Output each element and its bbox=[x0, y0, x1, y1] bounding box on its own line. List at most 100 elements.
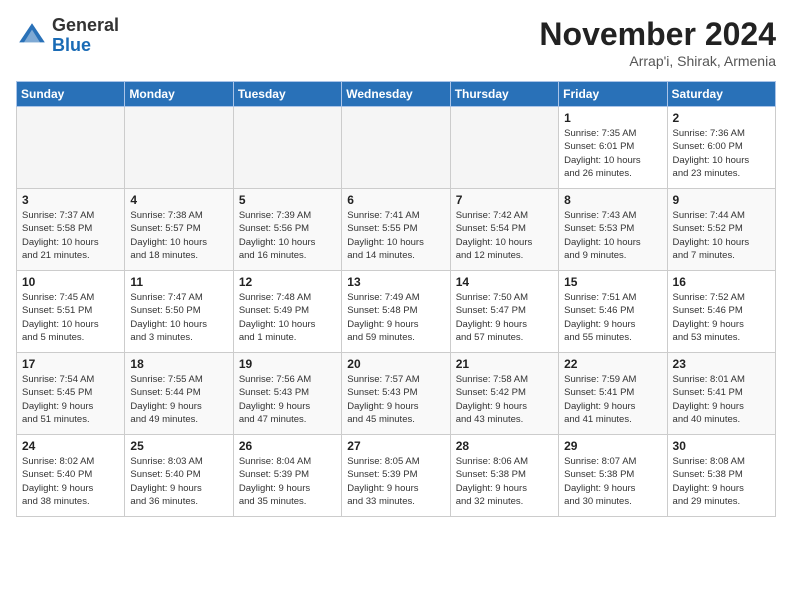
calendar-cell: 18 Sunrise: 7:55 AM Sunset: 5:44 PM Dayli… bbox=[125, 353, 233, 435]
calendar-cell: 20 Sunrise: 7:57 AM Sunset: 5:43 PM Dayli… bbox=[342, 353, 450, 435]
calendar-cell: 24 Sunrise: 8:02 AM Sunset: 5:40 PM Dayli… bbox=[17, 435, 125, 517]
calendar-cell: 29 Sunrise: 8:07 AM Sunset: 5:38 PM Dayli… bbox=[559, 435, 667, 517]
calendar-week-row: 3 Sunrise: 7:37 AM Sunset: 5:58 PM Daylig… bbox=[17, 189, 776, 271]
day-number: 23 bbox=[673, 357, 770, 371]
day-number: 3 bbox=[22, 193, 119, 207]
day-info: Sunrise: 7:39 AM Sunset: 5:56 PM Dayligh… bbox=[239, 209, 336, 262]
calendar-cell bbox=[342, 107, 450, 189]
calendar-cell bbox=[125, 107, 233, 189]
day-info: Sunrise: 8:01 AM Sunset: 5:41 PM Dayligh… bbox=[673, 373, 770, 426]
calendar-cell bbox=[450, 107, 558, 189]
calendar-cell: 21 Sunrise: 7:58 AM Sunset: 5:42 PM Dayli… bbox=[450, 353, 558, 435]
calendar-cell: 11 Sunrise: 7:47 AM Sunset: 5:50 PM Dayli… bbox=[125, 271, 233, 353]
calendar-cell: 28 Sunrise: 8:06 AM Sunset: 5:38 PM Dayli… bbox=[450, 435, 558, 517]
day-number: 18 bbox=[130, 357, 227, 371]
calendar-cell: 27Sunrise: 8:05 AM Sunset: 5:39 PM Dayli… bbox=[342, 435, 450, 517]
day-info: Sunrise: 7:52 AM Sunset: 5:46 PM Dayligh… bbox=[673, 291, 770, 344]
weekday-header: Thursday bbox=[450, 82, 558, 107]
day-number: 9 bbox=[673, 193, 770, 207]
calendar-cell: 5 Sunrise: 7:39 AM Sunset: 5:56 PM Daylig… bbox=[233, 189, 341, 271]
calendar-cell: 3 Sunrise: 7:37 AM Sunset: 5:58 PM Daylig… bbox=[17, 189, 125, 271]
day-number: 5 bbox=[239, 193, 336, 207]
day-info: Sunrise: 8:07 AM Sunset: 5:38 PM Dayligh… bbox=[564, 455, 661, 508]
day-number: 12 bbox=[239, 275, 336, 289]
day-info: Sunrise: 7:50 AM Sunset: 5:47 PM Dayligh… bbox=[456, 291, 553, 344]
calendar-cell: 7Sunrise: 7:42 AM Sunset: 5:54 PM Daylig… bbox=[450, 189, 558, 271]
title-block: November 2024 Arrap'i, Shirak, Armenia bbox=[539, 16, 776, 69]
day-number: 21 bbox=[456, 357, 553, 371]
logo-general: General bbox=[52, 15, 119, 35]
day-info: Sunrise: 7:37 AM Sunset: 5:58 PM Dayligh… bbox=[22, 209, 119, 262]
day-number: 15 bbox=[564, 275, 661, 289]
day-number: 26 bbox=[239, 439, 336, 453]
day-info: Sunrise: 7:55 AM Sunset: 5:44 PM Dayligh… bbox=[130, 373, 227, 426]
day-number: 11 bbox=[130, 275, 227, 289]
calendar-cell: 14 Sunrise: 7:50 AM Sunset: 5:47 PM Dayli… bbox=[450, 271, 558, 353]
day-number: 24 bbox=[22, 439, 119, 453]
day-info: Sunrise: 8:02 AM Sunset: 5:40 PM Dayligh… bbox=[22, 455, 119, 508]
calendar-cell: 6 Sunrise: 7:41 AM Sunset: 5:55 PM Daylig… bbox=[342, 189, 450, 271]
calendar-cell: 19 Sunrise: 7:56 AM Sunset: 5:43 PM Dayli… bbox=[233, 353, 341, 435]
day-number: 20 bbox=[347, 357, 444, 371]
day-info: Sunrise: 7:41 AM Sunset: 5:55 PM Dayligh… bbox=[347, 209, 444, 262]
day-number: 14 bbox=[456, 275, 553, 289]
weekday-header: Wednesday bbox=[342, 82, 450, 107]
day-number: 1 bbox=[564, 111, 661, 125]
page-header: General Blue November 2024 Arrap'i, Shir… bbox=[16, 16, 776, 69]
weekday-header: Sunday bbox=[17, 82, 125, 107]
calendar-cell: 22 Sunrise: 7:59 AM Sunset: 5:41 PM Dayli… bbox=[559, 353, 667, 435]
weekday-header: Friday bbox=[559, 82, 667, 107]
day-number: 4 bbox=[130, 193, 227, 207]
day-info: Sunrise: 7:42 AM Sunset: 5:54 PM Dayligh… bbox=[456, 209, 553, 262]
calendar-cell: 25Sunrise: 8:03 AM Sunset: 5:40 PM Dayli… bbox=[125, 435, 233, 517]
calendar-cell bbox=[17, 107, 125, 189]
logo-icon bbox=[16, 20, 48, 52]
logo-blue: Blue bbox=[52, 35, 91, 55]
day-number: 28 bbox=[456, 439, 553, 453]
day-number: 19 bbox=[239, 357, 336, 371]
calendar-week-row: 17 Sunrise: 7:54 AM Sunset: 5:45 PM Dayli… bbox=[17, 353, 776, 435]
day-info: Sunrise: 7:56 AM Sunset: 5:43 PM Dayligh… bbox=[239, 373, 336, 426]
day-number: 22 bbox=[564, 357, 661, 371]
weekday-header: Tuesday bbox=[233, 82, 341, 107]
day-info: Sunrise: 7:57 AM Sunset: 5:43 PM Dayligh… bbox=[347, 373, 444, 426]
day-number: 30 bbox=[673, 439, 770, 453]
calendar-cell: 12 Sunrise: 7:48 AM Sunset: 5:49 PM Dayli… bbox=[233, 271, 341, 353]
calendar-cell: 10Sunrise: 7:45 AM Sunset: 5:51 PM Dayli… bbox=[17, 271, 125, 353]
calendar-week-row: 1Sunrise: 7:35 AM Sunset: 6:01 PM Daylig… bbox=[17, 107, 776, 189]
day-info: Sunrise: 7:58 AM Sunset: 5:42 PM Dayligh… bbox=[456, 373, 553, 426]
weekday-header-row: SundayMondayTuesdayWednesdayThursdayFrid… bbox=[17, 82, 776, 107]
calendar-cell: 23 Sunrise: 8:01 AM Sunset: 5:41 PM Dayli… bbox=[667, 353, 775, 435]
day-number: 17 bbox=[22, 357, 119, 371]
day-info: Sunrise: 7:47 AM Sunset: 5:50 PM Dayligh… bbox=[130, 291, 227, 344]
day-info: Sunrise: 8:04 AM Sunset: 5:39 PM Dayligh… bbox=[239, 455, 336, 508]
calendar-cell: 15 Sunrise: 7:51 AM Sunset: 5:46 PM Dayli… bbox=[559, 271, 667, 353]
calendar-cell: 16Sunrise: 7:52 AM Sunset: 5:46 PM Dayli… bbox=[667, 271, 775, 353]
calendar-cell: 8Sunrise: 7:43 AM Sunset: 5:53 PM Daylig… bbox=[559, 189, 667, 271]
day-number: 8 bbox=[564, 193, 661, 207]
day-number: 2 bbox=[673, 111, 770, 125]
calendar-cell: 30 Sunrise: 8:08 AM Sunset: 5:38 PM Dayli… bbox=[667, 435, 775, 517]
month-title: November 2024 bbox=[539, 16, 776, 53]
day-info: Sunrise: 7:51 AM Sunset: 5:46 PM Dayligh… bbox=[564, 291, 661, 344]
day-number: 6 bbox=[347, 193, 444, 207]
day-info: Sunrise: 7:36 AM Sunset: 6:00 PM Dayligh… bbox=[673, 127, 770, 180]
weekday-header: Monday bbox=[125, 82, 233, 107]
calendar-cell: 26 Sunrise: 8:04 AM Sunset: 5:39 PM Dayli… bbox=[233, 435, 341, 517]
day-info: Sunrise: 7:54 AM Sunset: 5:45 PM Dayligh… bbox=[22, 373, 119, 426]
day-info: Sunrise: 8:08 AM Sunset: 5:38 PM Dayligh… bbox=[673, 455, 770, 508]
day-info: Sunrise: 8:06 AM Sunset: 5:38 PM Dayligh… bbox=[456, 455, 553, 508]
calendar-cell: 9Sunrise: 7:44 AM Sunset: 5:52 PM Daylig… bbox=[667, 189, 775, 271]
day-number: 10 bbox=[22, 275, 119, 289]
day-number: 27 bbox=[347, 439, 444, 453]
day-info: Sunrise: 7:59 AM Sunset: 5:41 PM Dayligh… bbox=[564, 373, 661, 426]
calendar-week-row: 24 Sunrise: 8:02 AM Sunset: 5:40 PM Dayli… bbox=[17, 435, 776, 517]
day-number: 29 bbox=[564, 439, 661, 453]
calendar-cell: 2 Sunrise: 7:36 AM Sunset: 6:00 PM Daylig… bbox=[667, 107, 775, 189]
logo: General Blue bbox=[16, 16, 119, 56]
calendar-cell: 4 Sunrise: 7:38 AM Sunset: 5:57 PM Daylig… bbox=[125, 189, 233, 271]
weekday-header: Saturday bbox=[667, 82, 775, 107]
day-info: Sunrise: 7:48 AM Sunset: 5:49 PM Dayligh… bbox=[239, 291, 336, 344]
day-info: Sunrise: 7:38 AM Sunset: 5:57 PM Dayligh… bbox=[130, 209, 227, 262]
calendar-week-row: 10Sunrise: 7:45 AM Sunset: 5:51 PM Dayli… bbox=[17, 271, 776, 353]
